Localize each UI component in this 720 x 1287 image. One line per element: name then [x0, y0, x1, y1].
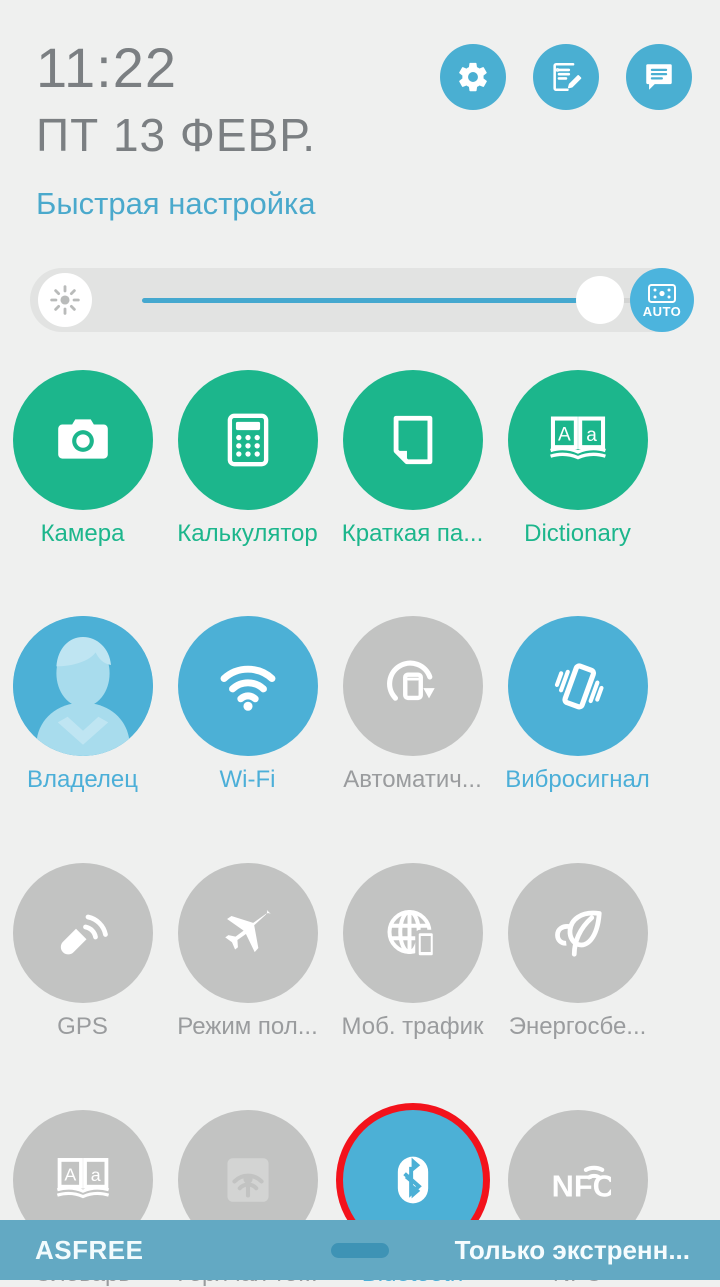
header-button-group [440, 44, 692, 110]
tile-airplane-mode-circle[interactable] [177, 863, 318, 1003]
tile-mobile-data[interactable]: Моб. трафик [330, 863, 495, 1039]
tile-dictionary-en-label: Dictionary [524, 520, 631, 547]
brightness-track-fill [142, 298, 579, 303]
tile-camera-label: Камера [40, 520, 125, 547]
panel-drag-handle[interactable] [331, 1242, 389, 1258]
tile-camera-circle[interactable] [12, 370, 153, 510]
quick-memo-icon [393, 415, 432, 465]
bottom-status-bar: ASFREE Только экстренн... [0, 1220, 720, 1280]
tile-power-saving[interactable]: Энергосбе... [495, 863, 660, 1039]
brightness-thumb[interactable] [576, 276, 624, 324]
quick-note-button[interactable] [533, 44, 599, 110]
svg-text:A: A [558, 424, 571, 445]
tile-power-saving-circle[interactable] [507, 863, 648, 1003]
auto-rotate-icon [386, 660, 435, 701]
tile-quick-memo[interactable]: Краткая па... [330, 370, 495, 546]
tile-owner[interactable]: Владелец [0, 616, 165, 792]
svg-text:a: a [586, 425, 597, 446]
tile-calculator[interactable]: Калькулятор [165, 370, 330, 546]
camera-icon [57, 419, 108, 459]
tile-auto-rotate-circle[interactable] [342, 616, 483, 756]
svg-text:NFC: NFC [551, 1169, 610, 1204]
gear-icon [456, 60, 490, 94]
tile-row-3: GPS Режим пол... Моб. трафик Энергосбе..… [0, 863, 720, 1039]
svg-text:A: A [64, 1164, 76, 1184]
wifi-icon [220, 665, 275, 711]
settings-button[interactable] [440, 44, 506, 110]
quick-settings-grid: Камера Калькулятор Краткая па... A a Dic… [0, 370, 720, 1286]
airplane-icon [224, 910, 272, 953]
tile-wifi-label: Wi-Fi [219, 766, 276, 793]
tile-owner-label: Владелец [26, 766, 138, 793]
dictionary-book-icon: A a [549, 416, 606, 460]
tile-row-2: Владелец Wi-Fi Автоматич... Вибросигнал [0, 616, 720, 792]
tile-auto-rotate[interactable]: Автоматич... [330, 616, 495, 792]
tile-power-saving-label: Энергосбе... [508, 1013, 647, 1040]
light-sensor-icon [648, 283, 676, 303]
tile-airplane-mode-label: Режим пол... [177, 1013, 318, 1040]
tile-owner-circle[interactable] [12, 616, 153, 756]
tile-airplane-mode[interactable]: Режим пол... [165, 863, 330, 1039]
user-avatar-icon [12, 616, 153, 756]
status-header: 11:22 ПТ 13 ФЕВР. Быстрая настройка [0, 0, 720, 250]
auto-brightness-label: AUTO [642, 303, 682, 319]
note-edit-icon [549, 60, 583, 94]
tile-quick-memo-label: Краткая па... [341, 520, 484, 547]
dictionary-book-icon: A a [56, 1158, 109, 1199]
leaf-power-saving-icon [554, 910, 602, 957]
auto-brightness-button[interactable]: AUTO [630, 268, 694, 332]
tile-gps-label: GPS [57, 1013, 108, 1040]
hotspot-icon [226, 1158, 269, 1202]
mobile-data-icon [387, 910, 436, 959]
tile-wifi-circle[interactable] [177, 616, 318, 756]
tile-calculator-label: Калькулятор [177, 520, 318, 547]
tile-vibrate[interactable]: Вибросигнал [495, 616, 660, 792]
tile-mobile-data-circle[interactable] [342, 863, 483, 1003]
nfc-icon: NFC [551, 1165, 611, 1204]
tile-calculator-circle[interactable] [177, 370, 318, 510]
tile-gps-circle[interactable] [12, 863, 153, 1003]
tile-row-1: Камера Калькулятор Краткая па... A a Dic… [0, 370, 720, 546]
tile-mobile-data-label: Моб. трафик [341, 1013, 484, 1040]
notifications-button[interactable] [626, 44, 692, 110]
brightness-track[interactable] [142, 298, 632, 303]
tile-quick-memo-circle[interactable] [342, 370, 483, 510]
tile-dictionary-en-circle[interactable]: A a [507, 370, 648, 510]
svg-text:a: a [90, 1165, 100, 1185]
tile-camera[interactable]: Камера [0, 370, 165, 546]
vibrate-icon [554, 663, 604, 710]
brightness-sun-icon [38, 273, 92, 327]
bluetooth-icon [397, 1156, 428, 1204]
tile-vibrate-label: Вибросигнал [505, 766, 650, 793]
tile-wifi[interactable]: Wi-Fi [165, 616, 330, 792]
chat-list-icon [642, 60, 676, 94]
clock-time: 11:22 [36, 36, 177, 99]
tile-vibrate-circle[interactable] [507, 616, 648, 756]
tile-dictionary-en[interactable]: A a Dictionary [495, 370, 660, 546]
tile-auto-rotate-label: Автоматич... [343, 766, 482, 793]
carrier-name: ASFREE [35, 1234, 144, 1265]
tile-gps[interactable]: GPS [0, 863, 165, 1039]
brightness-slider-row[interactable]: AUTO [30, 268, 694, 332]
panel-title: Быстрая настройка [36, 186, 316, 221]
clock-date: ПТ 13 ФЕВР. [36, 109, 316, 161]
calculator-icon [227, 413, 268, 467]
network-status-text: Только экстренн... [454, 1234, 690, 1265]
gps-satellite-icon [60, 914, 108, 955]
